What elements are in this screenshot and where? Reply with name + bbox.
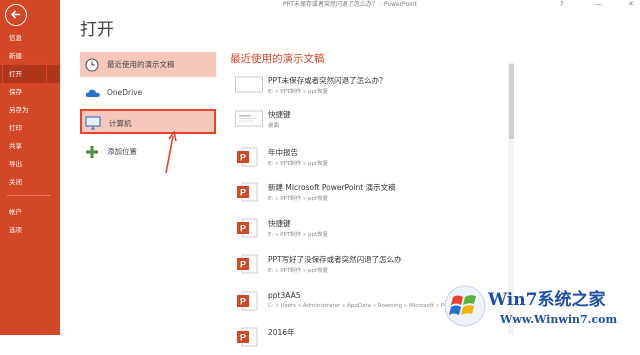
plus-icon	[85, 144, 99, 169]
location-label: 最近使用的演示文稿	[107, 60, 175, 69]
title-bar: PPT未保存或者突然闪退了怎么办？ - PowerPoint ? — ✕	[60, 0, 640, 10]
backstage-sidebar: 信息 新建 打开 保存 另存为 打印 共享 导出 关闭 帐户 选项	[0, 0, 60, 335]
computer-icon	[85, 115, 101, 140]
pptx-icon: P	[237, 254, 258, 274]
close-button[interactable]: ✕	[628, 0, 634, 8]
svg-text:P: P	[240, 297, 246, 307]
location-onedrive[interactable]: OneDrive	[80, 80, 216, 105]
sidebar-item-account[interactable]: 帐户	[0, 203, 60, 221]
recent-item-path: E: » PPT制作 » ppt恢复	[268, 161, 329, 167]
clock-icon	[85, 57, 99, 82]
windows-logo-icon	[444, 285, 486, 327]
cloud-icon	[85, 85, 101, 110]
recent-item-name: ppt3AA5	[268, 291, 301, 300]
sidebar-item-export[interactable]: 导出	[0, 155, 60, 173]
svg-text:P: P	[240, 224, 246, 234]
minimize-button[interactable]: —	[595, 0, 602, 8]
sidebar-item-save-as[interactable]: 另存为	[0, 101, 60, 119]
svg-text:P: P	[240, 333, 246, 343]
location-add[interactable]: 添加位置	[80, 139, 216, 164]
back-arrow-icon[interactable]	[5, 4, 27, 26]
watermark-brand: Win7系统之家	[488, 290, 606, 310]
sidebar-item-info[interactable]: 信息	[0, 29, 60, 47]
recent-item[interactable]: 快捷键 桌面	[230, 104, 505, 137]
location-label: OneDrive	[107, 88, 143, 97]
sidebar-item-print[interactable]: 打印	[0, 119, 60, 137]
pptx-icon: P	[237, 147, 258, 167]
recent-item-path: E: » PPT制作 » ppt恢复	[268, 268, 329, 274]
sidebar-item-options[interactable]: 选项	[0, 221, 60, 239]
recent-item-name: 快捷键	[268, 110, 291, 119]
recent-item[interactable]: P 年中报告 E: » PPT制作 » ppt恢复	[230, 142, 505, 175]
annotation-highlight-open	[2, 60, 47, 85]
recent-item[interactable]: PPT未保存或者突然闪退了怎么办？ E: » PPT制作 » ppt恢复	[230, 70, 505, 103]
recent-item[interactable]: P PPT写好了没保存或者突然闪退了怎么办 E: » PPT制作 » ppt恢复	[230, 249, 505, 282]
pptx-icon: P	[237, 182, 258, 202]
blank-thumb-icon	[235, 76, 263, 93]
sidebar-item-share[interactable]: 共享	[0, 137, 60, 155]
scrollbar-thumb[interactable]	[509, 64, 514, 139]
recent-item-path: E: » PPT制作 » ppt恢复	[268, 89, 329, 95]
recent-item-name: PPT写好了没保存或者突然闪退了怎么办	[268, 255, 402, 264]
pptx-icon: P	[237, 291, 258, 311]
recent-item-path: C: » Users » Administrator » AppData » R…	[268, 303, 470, 309]
recent-item-path: E: » PPT制作 » ppt恢复	[268, 232, 329, 238]
help-button[interactable]: ?	[560, 0, 564, 8]
location-computer[interactable]: 计算机	[80, 109, 216, 134]
recent-item-name: 年中报告	[268, 148, 298, 157]
annotation-arrow-icon	[165, 130, 177, 174]
svg-text:P: P	[240, 188, 246, 198]
location-recent[interactable]: 最近使用的演示文稿	[80, 52, 216, 77]
recent-item[interactable]: P 新建 Microsoft PowerPoint 演示文稿 E: » PPT制…	[230, 177, 505, 210]
recent-item-path: 桌面	[268, 123, 280, 129]
recent-section-title: 最近使用的演示文稿	[230, 53, 325, 65]
page-title: 打开	[80, 20, 114, 40]
recent-item-name: PPT未保存或者突然闪退了怎么办？	[268, 76, 387, 85]
recent-item-path: E: » PPT制作 » ppt恢复	[268, 196, 329, 202]
recent-item[interactable]: P 快捷键 E: » PPT制作 » ppt恢复	[230, 213, 505, 246]
window-title: PPT未保存或者突然闪退了怎么办？ - PowerPoint	[283, 1, 417, 8]
sidebar-item-close[interactable]: 关闭	[0, 173, 60, 191]
location-label: 添加位置	[107, 147, 137, 156]
svg-text:P: P	[240, 153, 246, 163]
watermark-url: Www.Winwin7.com	[500, 313, 618, 326]
pptx-icon: P	[237, 218, 258, 238]
location-label: 计算机	[109, 119, 132, 128]
sidebar-divider	[7, 195, 51, 196]
slide-thumb-icon	[235, 110, 263, 127]
pptx-icon: P	[237, 327, 258, 347]
svg-text:P: P	[240, 260, 246, 270]
recent-item-name: 新建 Microsoft PowerPoint 演示文稿	[268, 183, 396, 192]
sidebar-item-save[interactable]: 保存	[0, 83, 60, 101]
recent-item-name: 2016年	[268, 328, 295, 337]
recent-item-name: 快捷键	[268, 219, 291, 228]
